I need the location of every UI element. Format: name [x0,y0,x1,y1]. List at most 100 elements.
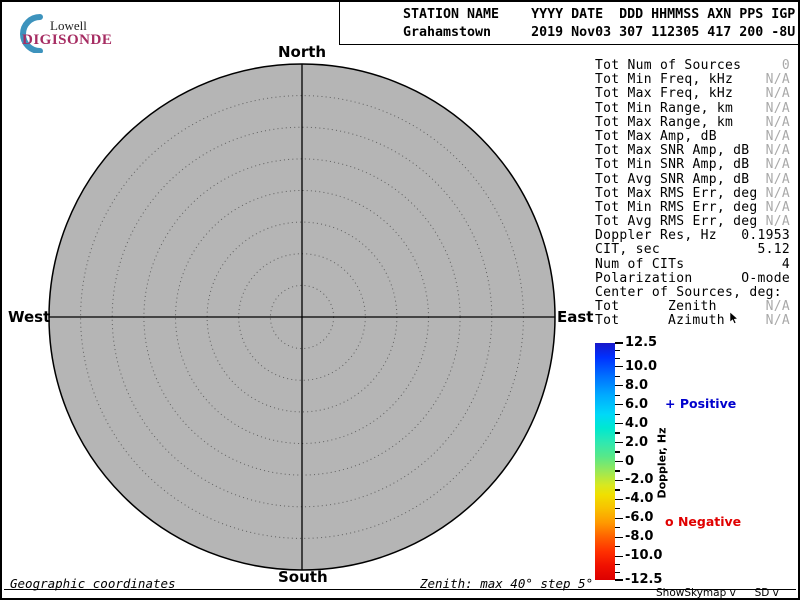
stats-value: N/A [766,116,790,130]
app-version-label: ShowSkymap v 1.0 [656,587,743,600]
legend-positive: + Positive [665,396,736,411]
sd-version-label: SD v 5.1 [755,587,793,600]
stats-value: 0 [782,59,790,73]
stats-label: Tot Min Range, km [595,102,733,116]
mouse-cursor-icon [729,312,740,325]
stats-value: N/A [766,158,790,172]
stats-label: Tot Max Range, km [595,116,733,130]
colorbar-ticks [615,343,625,580]
version-info: ShowSkymap v 1.0 SD v 5.1 [656,587,793,600]
stats-value: O-mode [741,272,790,286]
skymap-polar-plot [47,62,557,572]
colorbar-minor-tick [615,572,620,573]
colorbar-tick-label: -2.0 [625,472,653,487]
stats-row: TotZenithN/A [595,300,790,314]
colorbar-major-tick [615,366,623,368]
stats-row: Tot Min Range, km N/A [595,102,790,116]
colorbar-tick-label: 12.5 [625,335,657,350]
stats-label: Tot Max Freq, kHz [595,87,733,101]
colorbar-major-tick [615,461,623,463]
colorbar-major-tick [615,537,623,539]
stats-value: N/A [766,314,790,328]
stats-value: N/A [766,144,790,158]
colorbar-tick-label: 4.0 [625,416,648,431]
colorbar-tick-label: 0 [625,454,634,469]
stats-row: Tot Avg RMS Err, deg N/A [595,215,790,229]
stats-row: Doppler Res, Hz0.1953 [595,229,790,243]
showskymap-window: Lowell DIGISONDE STATION NAME YYYY DATE … [0,0,800,600]
stats-row: Tot Avg SNR Amp, dBN/A [595,173,790,187]
colorbar-minor-tick [615,350,620,351]
plus-marker-icon: + [665,396,675,411]
colorbar-tick-label: 8.0 [625,378,648,393]
logo-digisonde-text: DIGISONDE [22,32,112,49]
stats-row: Tot Min Freq, kHzN/A [595,73,790,87]
colorbar-tick-label: 10.0 [625,359,657,374]
colorbar-minor-tick [615,489,620,490]
stats-value: N/A [766,215,790,229]
legend-positive-label: Positive [680,396,736,411]
colorbar-major-tick [615,480,623,482]
colorbar-minor-tick [615,414,620,415]
station-header-box: STATION NAME YYYY DATE DDD HHMMSS AXN PP… [339,2,798,45]
stats-value: N/A [766,130,790,144]
colorbar-major-tick [615,442,623,444]
stats-row: Tot Num of Sources0 [595,59,790,73]
colorbar-minor-tick [615,432,620,433]
stats-sublabel: Zenith [668,300,717,314]
stats-value: N/A [766,187,790,201]
stats-label: Tot Max Amp, dB [595,130,717,144]
colorbar-major-tick [615,556,623,558]
stats-row: Tot Min SNR Amp, dB N/A [595,158,790,172]
stats-label: Tot Min Freq, kHz [595,73,733,87]
stats-value: 0.1953 [741,229,790,243]
colorbar-minor-tick [615,451,620,452]
stats-row: TotAzimuthN/A [595,314,790,328]
stats-value: 4 [782,258,790,272]
colorbar-tick-label: 6.0 [625,397,648,412]
stats-label: Tot Min RMS Err, deg [595,201,758,215]
colorbar-tick-label: -4.0 [625,491,653,506]
colorbar-major-tick [615,423,623,425]
colorbar-minor-tick [615,508,620,509]
stats-value: 5.12 [757,243,790,257]
station-header-columns: STATION NAME YYYY DATE DDD HHMMSS AXN PP… [403,7,795,22]
coordinates-mode-label: Geographic coordinates [10,576,176,591]
stats-row: CIT, sec 5.12 [595,243,790,257]
colorbar-minor-tick [615,527,620,528]
stats-label: Tot [595,314,668,328]
station-header-text: STATION NAME YYYY DATE DDD HHMMSS AXN PP… [403,6,795,41]
stats-value: N/A [766,102,790,116]
stats-value: N/A [766,173,790,187]
stats-row: Center of Sources, deg: [595,286,790,300]
colorbar-minor-tick [615,564,620,565]
stats-label: Num of CITs [595,258,684,272]
colorbar-tick-label: -8.0 [625,529,653,544]
stats-label: Polarization [595,272,693,286]
stats-label: Tot Min SNR Amp, dB [595,158,749,172]
colorbar-minor-tick [615,358,620,359]
stats-row: Tot Max Freq, kHzN/A [595,87,790,101]
stats-label: Tot Max SNR Amp, dB [595,144,749,158]
stats-label: Tot Avg RMS Err, deg [595,215,758,229]
stats-label: Tot [595,300,668,314]
lowell-digisonde-logo: Lowell DIGISONDE [10,7,140,51]
colorbar-minor-tick [615,376,620,377]
compass-east-label: East [557,308,593,326]
colorbar-major-tick [615,518,623,520]
colorbar-major-tick [615,499,623,501]
colorbar-axis-label: Doppler, Hz [656,427,669,498]
colorbar-major-tick [615,579,623,581]
colorbar-minor-tick [615,395,620,396]
station-header-values: Grahamstown 2019 Nov03 307 112305 417 20… [403,25,795,40]
stats-label: CIT, sec [595,243,660,257]
circle-marker-icon: o [665,514,674,529]
colorbar-major-tick [615,385,623,387]
stats-row: Tot Max RMS Err, degN/A [595,187,790,201]
colorbar-major-tick [615,404,623,406]
legend-negative: o Negative [665,514,741,529]
colorbar-tick-label: -10.0 [625,548,662,563]
stats-row: Num of CITs 4 [595,258,790,272]
zenith-range-label: Zenith: max 40° step 5° [420,576,593,591]
colorbar-tick-label: -12.5 [625,572,662,587]
